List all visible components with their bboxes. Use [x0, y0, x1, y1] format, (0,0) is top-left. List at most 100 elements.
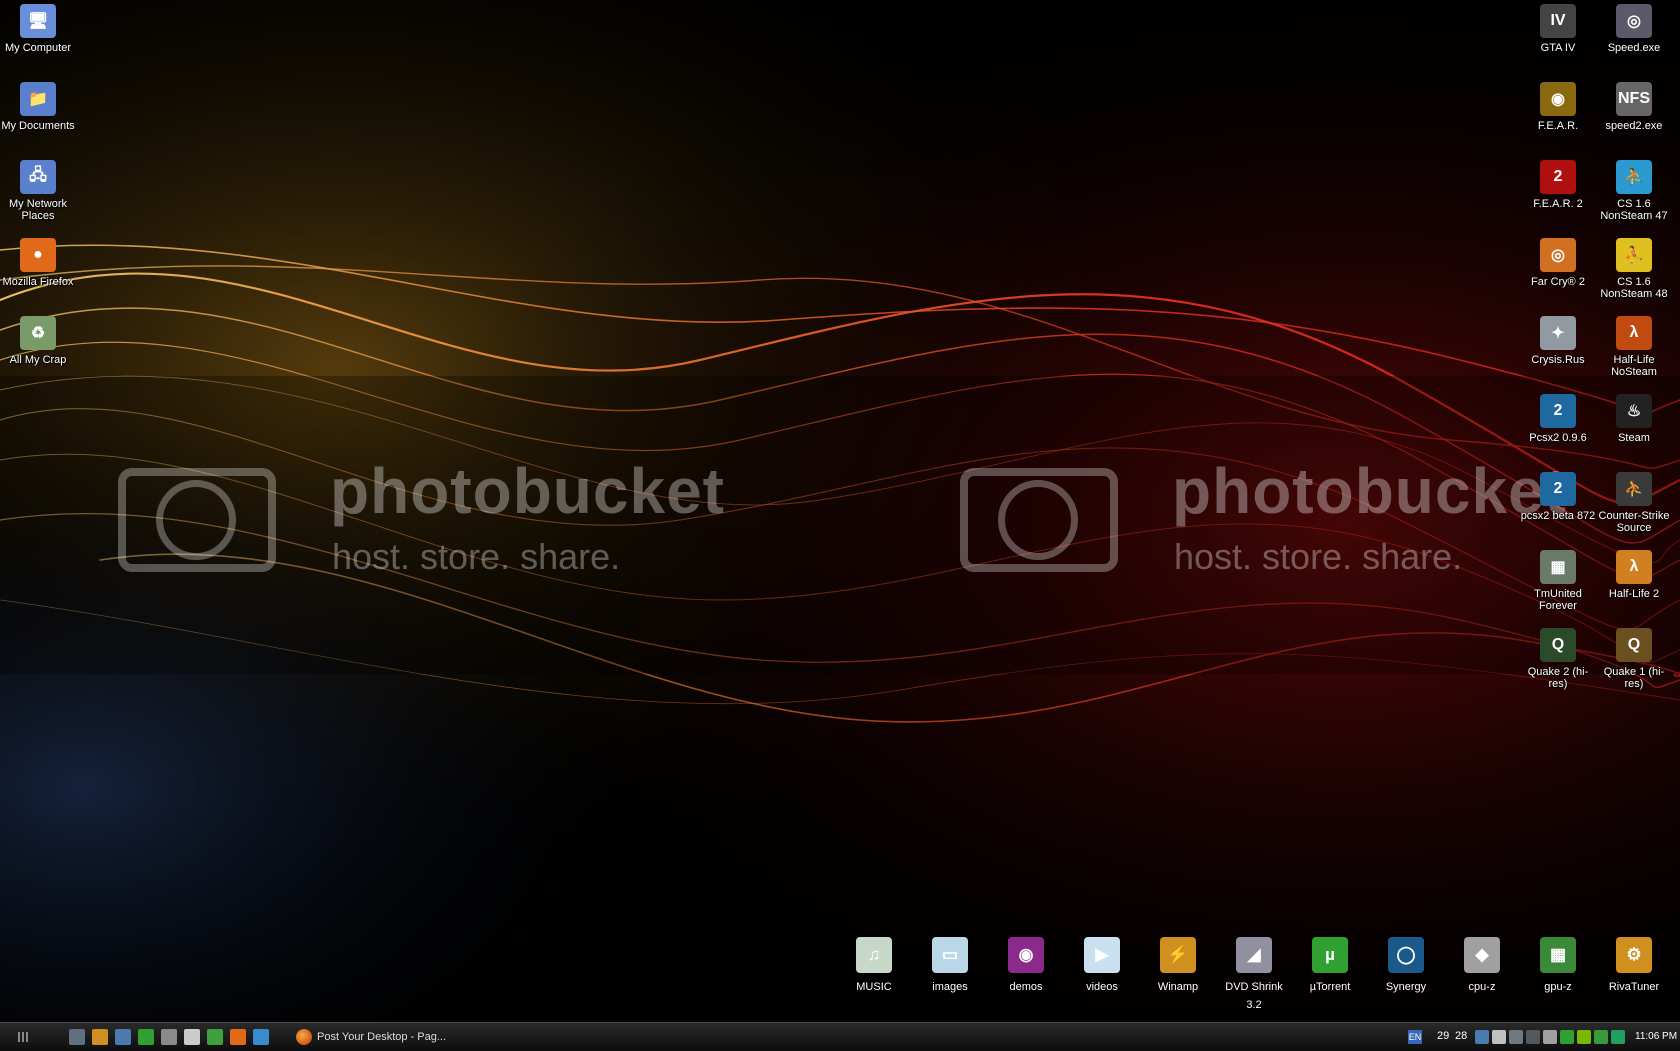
synergy-icon: ◯ — [1388, 937, 1424, 973]
tray-app-icon[interactable] — [1492, 1030, 1506, 1044]
shortcut-label: MUSIC — [856, 981, 892, 993]
images-folder-icon: ▭ — [932, 937, 968, 973]
speed-exe-icon: ◎ — [1616, 4, 1652, 38]
shortcut-label: F.E.A.R. 2 — [1533, 198, 1583, 210]
shortcut-label: My Computer — [4, 42, 72, 54]
shortcut-label: My Documents — [1, 120, 75, 132]
desktop-shortcut[interactable]: 2 Pcsx2 0.9.6 — [1519, 394, 1597, 444]
cs16-icon-2: ⛹ — [1616, 238, 1652, 272]
nvidia-icon[interactable] — [1577, 1030, 1591, 1044]
shortcut-label: My Network Places — [8, 198, 68, 222]
watermark-brand: photobucket — [1172, 455, 1567, 527]
network-tray-icon[interactable] — [1526, 1030, 1540, 1044]
download-icon[interactable] — [1475, 1030, 1489, 1044]
desktop-shortcut[interactable]: ✦ Crysis.Rus — [1519, 316, 1597, 366]
shortcut-label: CS 1.6 NonSteam 48 — [1600, 276, 1668, 300]
desktop-shortcut[interactable]: µ µTorrent — [1294, 937, 1366, 995]
taskbar: Post Your Desktop - Pag... EN 29 28 11:0… — [0, 1022, 1680, 1051]
virtualbox-icon[interactable] — [253, 1029, 269, 1045]
desktop-shortcut[interactable]: ◆ cpu-z — [1446, 937, 1518, 995]
desktop-shortcut[interactable]: ♫ MUSIC — [838, 937, 910, 995]
shortcut-label: Counter-Strike Source — [1598, 510, 1670, 534]
shortcut-label: F.E.A.R. — [1537, 120, 1579, 132]
shortcut-label: Speed.exe — [1607, 42, 1661, 54]
utorrent-quicklaunch-icon[interactable] — [138, 1029, 154, 1045]
desktop-shortcut[interactable]: 🖥 My Computer — [0, 4, 77, 54]
monitor-icon[interactable] — [1509, 1030, 1523, 1044]
steam-quicklaunch-icon[interactable] — [184, 1029, 200, 1045]
desktop-shortcut[interactable]: Q Quake 2 (hi-res) — [1519, 628, 1597, 690]
fear-icon: ◉ — [1540, 82, 1576, 116]
desktop-shortcut[interactable]: ◯ Synergy — [1370, 937, 1442, 995]
desktop-shortcut[interactable]: ◉ F.E.A.R. — [1519, 82, 1597, 132]
desktop-shortcut[interactable]: λ Half-Life NoSteam — [1595, 316, 1673, 378]
start-button-icon[interactable] — [18, 1032, 28, 1042]
desktop-shortcut[interactable]: 📁 My Documents — [0, 82, 77, 132]
videos-folder-icon: ▶ — [1084, 937, 1120, 973]
language-indicator[interactable]: EN — [1408, 1030, 1422, 1044]
tray-app-icon-2[interactable] — [1543, 1030, 1557, 1044]
desktop-shortcut[interactable]: ● Mozilla Firefox — [0, 238, 77, 288]
desktop-shortcut[interactable]: ▦ TmUnited Forever — [1519, 550, 1597, 612]
utorrent-icon: µ — [1312, 937, 1348, 973]
desktop-shortcut[interactable]: Q Quake 1 (hi-res) — [1595, 628, 1673, 690]
watermark-brand: photobucket — [330, 455, 725, 527]
desktop-shortcut[interactable]: IV GTA IV — [1519, 4, 1597, 54]
pcsx2-icon: 2 — [1540, 394, 1576, 428]
desktop-shortcut[interactable]: ◎ Speed.exe — [1595, 4, 1673, 54]
half-life-2-icon: λ — [1616, 550, 1652, 584]
desktop-shortcut[interactable]: ⚡ Winamp — [1142, 937, 1214, 995]
desktop-shortcut[interactable]: ♻ All My Crap — [0, 316, 77, 366]
desktop-shortcut[interactable]: ⚙ RivaTuner — [1598, 937, 1670, 995]
shortcut-label: speed2.exe — [1605, 120, 1663, 132]
shortcut-label: Mozilla Firefox — [2, 276, 74, 288]
cpu-z-icon: ◆ — [1464, 937, 1500, 973]
winamp-quicklaunch-icon[interactable] — [92, 1029, 108, 1045]
quicklaunch-app-icon-2[interactable] — [161, 1029, 177, 1045]
messenger-icon[interactable] — [207, 1029, 223, 1045]
desktop-shortcut[interactable]: ⛹ CS 1.6 NonSteam 47 — [1595, 160, 1673, 222]
desktop-shortcut[interactable]: ◢ DVD Shrink 3.2 — [1218, 937, 1290, 1013]
desktop-shortcut[interactable]: ◎ Far Cry® 2 — [1519, 238, 1597, 288]
shortcut-label: Half-Life NoSteam — [1611, 354, 1657, 378]
clock[interactable]: 11:06 PM — [1635, 1031, 1677, 1042]
shortcut-label: Crysis.Rus — [1531, 354, 1585, 366]
desktop-shortcut[interactable]: 2 F.E.A.R. 2 — [1519, 160, 1597, 210]
photobucket-watermark: photobucket host. store. share. — [118, 455, 738, 590]
quicklaunch-app-icon[interactable] — [115, 1029, 131, 1045]
desktop-shortcut[interactable]: ♨ Steam — [1595, 394, 1673, 444]
gta-iv-icon: IV — [1540, 4, 1576, 38]
firefox-window-icon — [296, 1029, 312, 1046]
shortcut-label: GTA IV — [1540, 42, 1576, 54]
shortcut-label: µTorrent — [1309, 981, 1351, 993]
firefox-quicklaunch-icon[interactable] — [230, 1029, 246, 1045]
desktop-shortcut[interactable]: NFS speed2.exe — [1595, 82, 1673, 132]
desktop-shortcut[interactable]: ⛹ CS 1.6 NonSteam 48 — [1595, 238, 1673, 300]
pcsx2-beta-icon: 2 — [1540, 472, 1576, 506]
desktop-shortcut[interactable]: ⛹ Counter-Strike Source — [1595, 472, 1673, 534]
desktop-shortcut[interactable]: ▭ images — [914, 937, 986, 995]
tray-app-icon-3[interactable] — [1594, 1030, 1608, 1044]
desktop-shortcut[interactable]: ▶ videos — [1066, 937, 1138, 995]
desktop-shortcut[interactable]: λ Half-Life 2 — [1595, 550, 1673, 600]
quake2-icon: Q — [1540, 628, 1576, 662]
shortcut-label: DVD Shrink 3.2 — [1225, 981, 1283, 1011]
tray-counter-1[interactable]: 29 — [1437, 1030, 1449, 1042]
taskbar-window-button[interactable]: Post Your Desktop - Pag... — [296, 1026, 448, 1048]
desktop-shortcut[interactable]: 🖧 My Network Places — [0, 160, 77, 222]
shortcut-label: RivaTuner — [1608, 981, 1660, 993]
utorrent-tray-icon[interactable] — [1560, 1030, 1574, 1044]
tray-app-icon-4[interactable] — [1611, 1030, 1625, 1044]
shortcut-label: Quake 1 (hi-res) — [1603, 666, 1665, 690]
demos-folder-icon: ◉ — [1008, 937, 1044, 973]
show-desktop-icon[interactable] — [69, 1029, 85, 1045]
css-icon: ⛹ — [1616, 472, 1652, 506]
shortcut-label: demos — [1009, 981, 1043, 993]
desktop-shortcut[interactable]: 2 pcsx2 beta 872 — [1519, 472, 1597, 522]
tray-counter-2[interactable]: 28 — [1455, 1030, 1467, 1042]
fear2-icon: 2 — [1540, 160, 1576, 194]
desktop-shortcut[interactable]: ◉ demos — [990, 937, 1062, 995]
desktop-shortcut[interactable]: ▦ gpu-z — [1522, 937, 1594, 995]
shortcut-label: Synergy — [1385, 981, 1427, 993]
watermark-tagline: host. store. share. — [1174, 536, 1463, 577]
